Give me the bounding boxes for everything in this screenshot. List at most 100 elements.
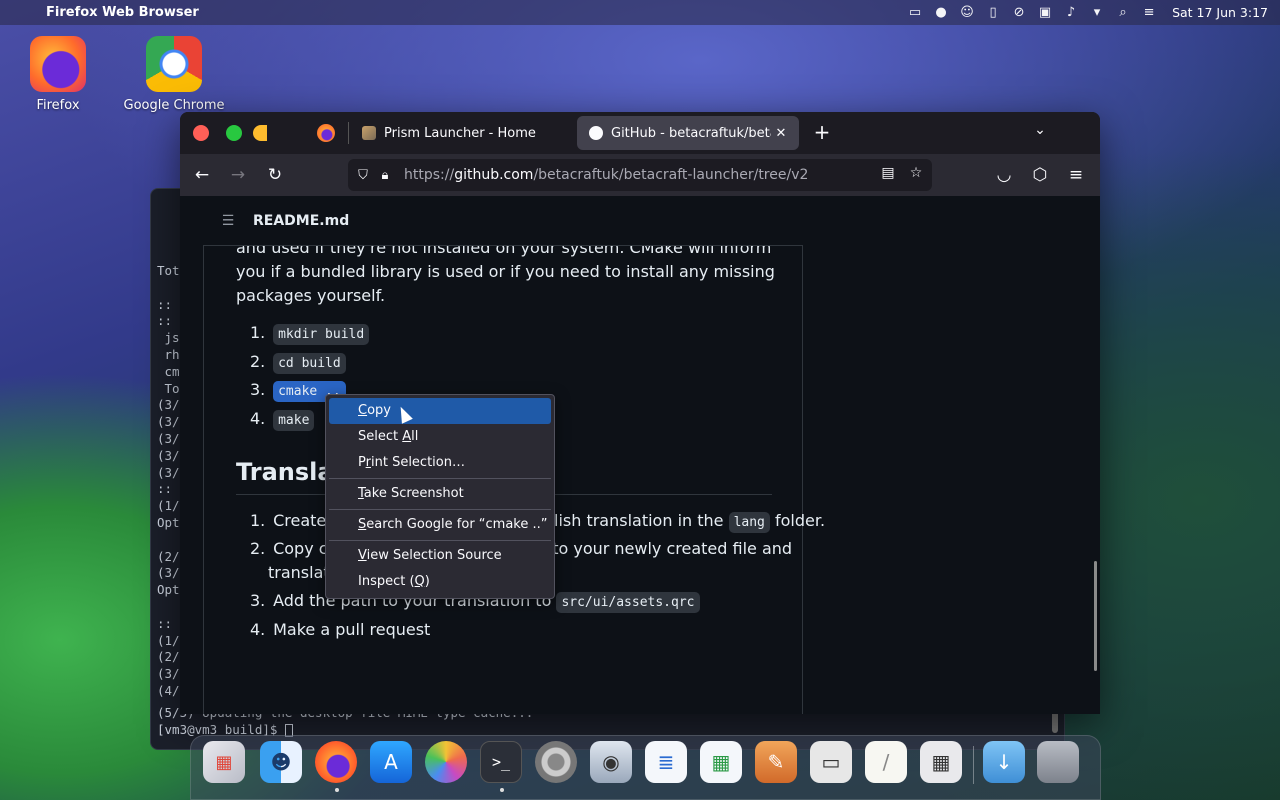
list-number: 2. xyxy=(250,352,266,371)
extensions-icon[interactable]: ⬡ xyxy=(1028,163,1052,187)
terminal-line: rh xyxy=(157,347,180,362)
forward-button[interactable]: → xyxy=(226,163,250,187)
settings-icon[interactable] xyxy=(535,741,577,783)
battery-icon[interactable]: ▭ xyxy=(902,5,928,20)
firefox-icon xyxy=(30,36,86,92)
firefox-icon[interactable] xyxy=(315,741,357,783)
outline-list-icon[interactable]: ☰ xyxy=(203,213,253,229)
tab-separator xyxy=(348,122,349,144)
firefox-window: Prism Launcher - Home GitHub - betacraft… xyxy=(180,112,1100,714)
bookmark-star-icon[interactable]: ☆ xyxy=(906,165,926,181)
hamburger-menu-icon[interactable]: ≡ xyxy=(1064,163,1088,187)
dropdown-icon[interactable]: ▾ xyxy=(1084,5,1110,20)
context-menu-print-selection[interactable]: Print Selection… xyxy=(329,450,551,476)
terminal-line: :: xyxy=(157,615,173,631)
desktop-icon-label: Google Chrome xyxy=(123,98,225,113)
close-window-button[interactable] xyxy=(193,125,209,141)
terminal-icon[interactable]: >_ xyxy=(480,741,522,783)
trash-icon[interactable] xyxy=(1037,741,1079,783)
terminal-line: (3/ xyxy=(157,431,180,446)
photos-icon[interactable] xyxy=(425,741,467,783)
tab-prism-launcher[interactable]: Prism Launcher - Home xyxy=(350,116,572,150)
list-number: 1. xyxy=(250,323,266,342)
volume-icon[interactable]: ♪ xyxy=(1058,5,1084,20)
writer-icon[interactable]: ≣ xyxy=(645,741,687,783)
page-scrollbar[interactable] xyxy=(1094,561,1097,671)
display-icon[interactable]: ▣ xyxy=(1032,5,1058,20)
back-button[interactable]: ← xyxy=(190,163,214,187)
calc-icon[interactable]: ▦ xyxy=(700,741,742,783)
url-text[interactable]: https://github.com/betacraftuk/betacraft… xyxy=(404,167,808,183)
new-tab-button[interactable]: + xyxy=(810,120,834,144)
cassette-icon[interactable]: ▭ xyxy=(810,741,852,783)
desktop-icon-chrome[interactable]: Google Chrome xyxy=(119,36,229,113)
readme-title: README.md xyxy=(253,212,350,229)
context-menu: Copy Select All Print Selection… Take Sc… xyxy=(325,394,555,599)
search-icon[interactable]: ⌕ xyxy=(1110,5,1136,20)
clipboard-icon[interactable]: ▯ xyxy=(980,5,1006,20)
reload-button[interactable]: ↻ xyxy=(263,163,287,187)
terminal-line: (3/ xyxy=(157,565,180,581)
code-inline: make xyxy=(273,410,315,431)
user-icon[interactable]: ● xyxy=(928,5,954,20)
terminal-line: js xyxy=(157,330,180,346)
list-number: 3. xyxy=(250,380,266,399)
list-number: 3. xyxy=(250,591,266,610)
accessibility-icon[interactable]: ☺ xyxy=(954,5,980,20)
list-text: folder. xyxy=(769,511,826,530)
minimize-window-button[interactable] xyxy=(226,125,242,141)
downloads-icon[interactable]: ↓ xyxy=(983,741,1025,783)
paint-icon[interactable]: ✎ xyxy=(755,741,797,783)
page-content[interactable]: ☰ README.md and used if they're not inst… xyxy=(180,196,1100,714)
close-tab-icon[interactable]: ✕ xyxy=(771,126,791,141)
list-item: 4. Make a pull request xyxy=(250,620,430,639)
finder-icon[interactable]: ☻ xyxy=(260,741,302,783)
readme-header: ☰ README.md xyxy=(203,196,803,246)
terminal-line: (3/ xyxy=(157,414,180,430)
list-number: 4. xyxy=(250,409,266,428)
chevron-down-icon[interactable]: ⌄ xyxy=(1030,122,1050,138)
maximize-window-button[interactable] xyxy=(253,125,267,141)
lock-icon[interactable]: 🔒︎ xyxy=(374,168,396,183)
dock-separator xyxy=(973,746,974,784)
context-menu-select-all[interactable]: Select All xyxy=(329,424,551,450)
list-number: 2. xyxy=(250,539,266,558)
preview-icon[interactable]: ◉ xyxy=(590,741,632,783)
context-menu-copy[interactable]: Copy xyxy=(329,398,551,424)
reader-view-icon[interactable]: ▤ xyxy=(878,165,898,181)
notes-icon[interactable]: / xyxy=(865,741,907,783)
app-store-icon[interactable]: A xyxy=(370,741,412,783)
calculator-icon[interactable]: ▦ xyxy=(920,741,962,783)
terminal-line: (3/ xyxy=(157,447,180,463)
desktop-icon-label: Firefox xyxy=(36,98,80,113)
url-bar[interactable]: ⛉ 🔒︎ https://github.com/betacraftuk/beta… xyxy=(348,159,932,191)
active-app-name[interactable]: Firefox Web Browser xyxy=(46,5,199,20)
list-item: 2. cd build xyxy=(250,352,346,374)
context-menu-search-google[interactable]: Search Google for “cmake ..” xyxy=(329,512,551,538)
tab-github[interactable]: GitHub - betacraftuk/betacraft-launcher … xyxy=(577,116,799,150)
list-number: 1. xyxy=(250,511,266,530)
network-off-icon[interactable]: ⊘ xyxy=(1006,5,1032,20)
github-favicon-icon xyxy=(589,126,603,140)
shield-icon[interactable]: ⛉ xyxy=(352,168,374,183)
firefox-view-icon[interactable] xyxy=(317,124,335,142)
context-menu-inspect[interactable]: Inspect (Q) xyxy=(329,569,551,595)
menu-separator xyxy=(329,478,551,479)
context-menu-view-selection-source[interactable]: View Selection Source xyxy=(329,543,551,569)
clock[interactable]: Sat 17 Jun 3:17 xyxy=(1172,5,1268,20)
list-item: 4. make xyxy=(250,409,315,431)
control-center-icon[interactable]: ≡ xyxy=(1136,5,1162,20)
tab-title: GitHub - betacraftuk/betacraft-launcher xyxy=(611,125,771,141)
list-text: Make a pull request xyxy=(273,620,431,639)
context-menu-take-screenshot[interactable]: Take Screenshot xyxy=(329,481,551,507)
chrome-icon xyxy=(146,36,202,92)
dock: ▦ ☻ A >_ ◉ ≣ ▦ ✎ ▭ / ▦ ↓ xyxy=(190,735,1101,800)
prism-favicon-icon xyxy=(362,126,376,140)
launchpad-icon[interactable]: ▦ xyxy=(203,741,245,783)
terminal-line: Opt xyxy=(157,582,180,598)
code-inline: src/ui/assets.qrc xyxy=(556,592,700,613)
pocket-icon[interactable]: ◡ xyxy=(992,163,1016,187)
readme-paragraph: and used if they're not installed on you… xyxy=(236,238,775,305)
desktop-icon-firefox[interactable]: Firefox xyxy=(3,36,113,113)
terminal-line: (1/ xyxy=(157,632,180,648)
